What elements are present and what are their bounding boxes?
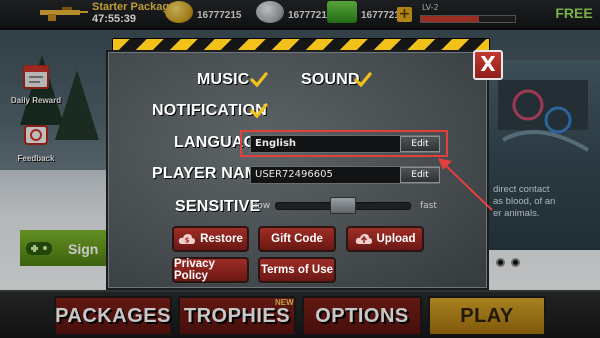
cloud-restore-icon: $ bbox=[178, 234, 196, 245]
terms-of-use-label: Terms of Use bbox=[260, 264, 333, 276]
pointer-arrow-icon bbox=[438, 158, 493, 211]
player-name-edit-button[interactable]: Edit bbox=[400, 167, 440, 183]
gift-code-label: Gift Code bbox=[271, 233, 323, 245]
sensitive-max-label: fast bbox=[420, 201, 437, 211]
privacy-policy-label: Privacy Policy bbox=[174, 258, 215, 282]
music-label: MUSIC bbox=[197, 71, 250, 88]
sensitive-slider-thumb[interactable] bbox=[330, 197, 356, 214]
cloud-upload-icon bbox=[355, 234, 372, 244]
notification-checkbox[interactable] bbox=[250, 103, 268, 119]
game-screen: direct contact as blood, of an er animal… bbox=[0, 0, 600, 338]
music-checkbox[interactable] bbox=[250, 72, 268, 88]
language-highlight-box bbox=[240, 130, 448, 157]
sound-checkbox[interactable] bbox=[354, 72, 372, 88]
svg-text:$: $ bbox=[185, 237, 190, 245]
close-button[interactable]: X bbox=[473, 50, 503, 80]
restore-label: Restore bbox=[200, 233, 243, 245]
terms-of-use-button[interactable]: Terms of Use bbox=[258, 257, 336, 283]
restore-button[interactable]: $ Restore bbox=[172, 226, 249, 252]
sound-label: SOUND bbox=[301, 71, 360, 88]
gift-code-button[interactable]: Gift Code bbox=[258, 226, 336, 252]
privacy-policy-button[interactable]: Privacy Policy bbox=[172, 257, 249, 283]
sensitive-label: SENSITIVE bbox=[175, 198, 261, 215]
upload-button[interactable]: Upload bbox=[346, 226, 424, 252]
upload-label: Upload bbox=[376, 233, 416, 245]
sensitive-min-label: slow bbox=[250, 201, 271, 211]
